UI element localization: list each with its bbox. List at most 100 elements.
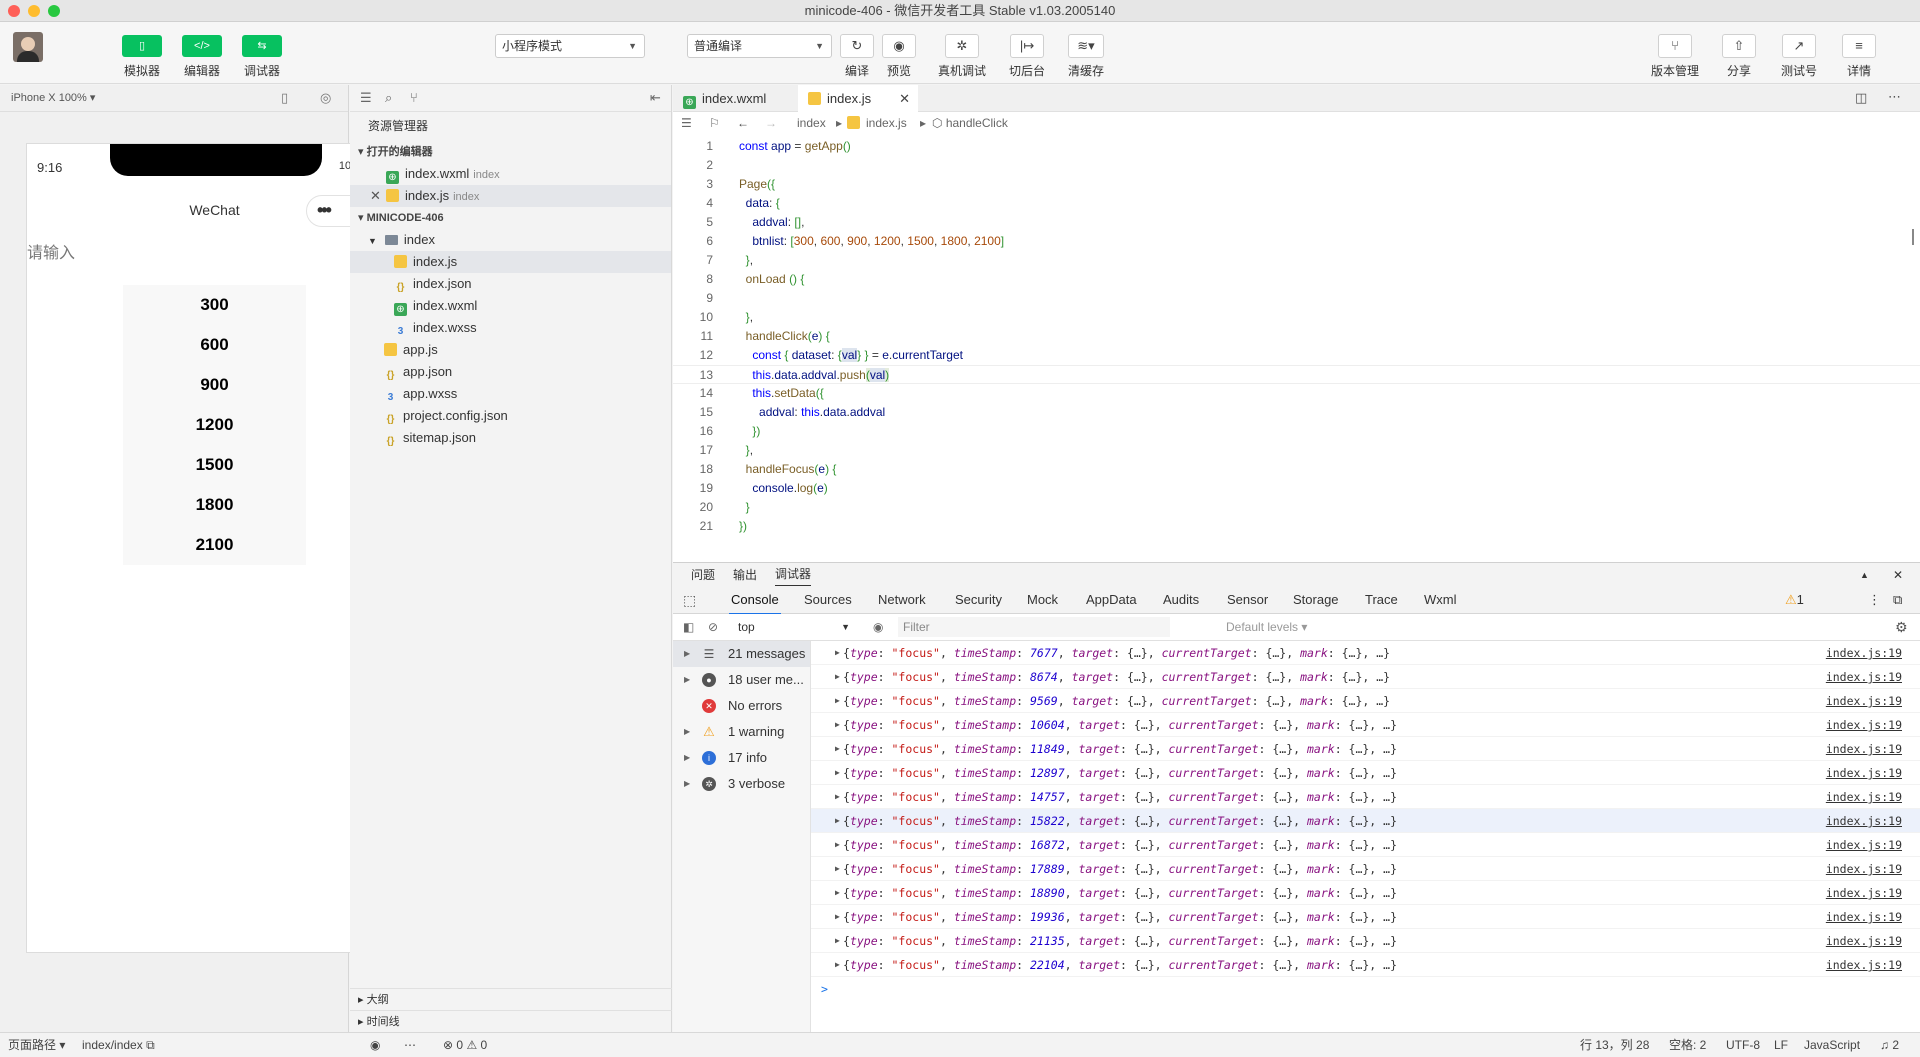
console-log-row[interactable]: ▶ {type: "focus", timeStamp: 14757, targe… [811,785,1920,809]
tab-security[interactable]: Security [955,587,1002,613]
file-item[interactable]: {} app.json [350,361,671,383]
value-button[interactable]: 600 [123,325,306,365]
console-log-row[interactable]: ▶ {type: "focus", timeStamp: 11849, targe… [811,737,1920,761]
avatar[interactable] [13,32,43,62]
search-icon[interactable]: ⌕ [385,91,392,105]
code-line[interactable]: 11 handleClick(e) { [673,327,1920,346]
eye-icon[interactable]: ◉ [370,1033,380,1057]
file-item[interactable]: index.js [350,251,671,273]
category-warnings[interactable]: ▶ ⚠ 1 warning [673,719,810,745]
console-log-row[interactable]: ▶ {type: "focus", timeStamp: 7677, target… [811,641,1920,665]
file-item[interactable]: ⊕ index.wxml [350,295,671,317]
code-line[interactable]: 3 Page({ [673,175,1920,194]
expand-icon[interactable]: ▶ [835,713,840,737]
value-button[interactable]: 1500 [123,445,306,485]
tab-problems[interactable]: 问题 [691,563,715,587]
code-line[interactable]: 2 [673,156,1920,175]
code-line[interactable]: 1 const app = getApp() [673,137,1920,156]
scrollbar-marker[interactable] [1912,229,1920,245]
log-source-link[interactable]: index.js:19 [1826,737,1902,761]
clear-cache-button[interactable]: ≋▾ [1068,34,1104,58]
open-editor-item[interactable]: ✕ index.js index [350,185,671,207]
breadcrumb-item[interactable]: ⬡ handleClick [932,112,1008,135]
close-icon[interactable]: ✕ [370,185,381,207]
code-line[interactable]: 16 }) [673,422,1920,441]
tab-index-wxml[interactable]: ⊕ index.wxml [673,85,798,112]
forward-icon[interactable]: → [765,112,777,135]
code-line[interactable]: 12 const { dataset: {val} } = e.currentT… [673,346,1920,365]
list-icon[interactable]: ☰ [681,112,692,135]
inspect-icon[interactable]: ⬚ [683,587,696,613]
value-button[interactable]: 300 [123,285,306,325]
version-button[interactable]: ⑂ [1658,34,1692,58]
code-line[interactable]: 10 }, [673,308,1920,327]
compile-mode-select[interactable]: 普通编译 ▼ [687,34,832,58]
tab-storage[interactable]: Storage [1293,587,1339,613]
log-source-link[interactable]: index.js:19 [1826,689,1902,713]
console-log-row[interactable]: ▶ {type: "focus", timeStamp: 21135, targe… [811,929,1920,953]
page-path[interactable]: index/index ⧉ [82,1033,155,1057]
log-source-link[interactable]: index.js:19 [1826,713,1902,737]
tab-sources[interactable]: Sources [804,587,852,613]
remote-debug-button[interactable]: ✲ [945,34,979,58]
category-messages[interactable]: ▶ ☰ 21 messages [673,641,810,667]
code-line[interactable]: 4 data: { [673,194,1920,213]
code-line[interactable]: 15 addval: this.data.addval [673,403,1920,422]
list-icon[interactable]: ☰ [360,91,372,105]
record-icon[interactable]: ◎ [320,91,331,105]
log-source-link[interactable]: index.js:19 [1826,881,1902,905]
console-log-row[interactable]: ▶ {type: "focus", timeStamp: 17889, targe… [811,857,1920,881]
log-source-link[interactable]: index.js:19 [1826,953,1902,977]
eye-icon[interactable]: ◉ [873,614,883,640]
expand-icon[interactable]: ▶ [835,761,840,785]
maximize-panel-icon[interactable]: ▲ [1860,563,1869,587]
breadcrumb-item[interactable]: index.js [847,112,907,135]
log-source-link[interactable]: index.js:19 [1826,857,1902,881]
tab-output[interactable]: 输出 [733,563,757,587]
context-select[interactable]: top ▼ [734,618,854,636]
device-select[interactable]: iPhone X 100% ▾ [11,92,95,104]
log-source-link[interactable]: index.js:19 [1826,785,1902,809]
warning-counter[interactable]: ⚠1 [1785,587,1804,613]
minimize-window-button[interactable] [28,5,40,17]
file-item[interactable]: {} sitemap.json [350,427,671,449]
notifications[interactable]: ♫ 2 [1880,1033,1899,1057]
details-button[interactable]: ≡ [1842,34,1876,58]
expand-icon[interactable]: ▶ [835,953,840,977]
tab-debugger[interactable]: 调试器 [775,563,812,586]
input-field[interactable]: 请输入 [27,239,75,263]
more-vertical-icon[interactable]: ⋮ [1868,587,1881,613]
file-item[interactable]: {} project.config.json [350,405,671,427]
open-editor-item[interactable]: ⊕ index.wxml index [350,163,671,185]
category-user-messages[interactable]: ▶ ● 18 user me... [673,667,810,693]
expand-icon[interactable]: ▶ [835,881,840,905]
more-icon[interactable]: ••• [317,200,332,221]
tab-audits[interactable]: Audits [1163,587,1199,613]
expand-icon[interactable]: ▶ [835,809,840,833]
page-path-select[interactable]: 页面路径 ▾ [8,1033,65,1057]
expand-icon[interactable]: ▶ [835,785,840,809]
expand-icon[interactable]: ▶ [835,641,840,665]
phone-icon[interactable]: ▯ [281,91,288,105]
value-button[interactable]: 1800 [123,485,306,525]
console-log-row[interactable]: ▶ {type: "focus", timeStamp: 18890, targe… [811,881,1920,905]
preview-button[interactable]: ◉ [882,34,916,58]
project-section[interactable]: ▾ MINICODE-406 [350,207,671,229]
tab-network[interactable]: Network [878,587,926,613]
code-line[interactable]: 5 addval: [], [673,213,1920,232]
log-source-link[interactable]: index.js:19 [1826,761,1902,785]
timeline-section[interactable]: ▸ 时间线 [350,1010,672,1032]
expand-icon[interactable]: ▶ [835,929,840,953]
split-editor-icon[interactable]: ◫ [1855,90,1867,106]
collapse-panel-icon[interactable]: ⇤ [650,91,661,105]
code-lines[interactable]: 1 const app = getApp() 2 3 Page({4 data: {5 … [673,137,1920,536]
language-mode[interactable]: JavaScript [1804,1033,1860,1057]
more-icon[interactable]: ⋯ [404,1033,416,1057]
tab-console[interactable]: Console [729,587,781,615]
console-log-row[interactable]: ▶ {type: "focus", timeStamp: 9569, target… [811,689,1920,713]
filter-input[interactable]: Filter [898,617,1170,637]
folder-item[interactable]: ▼ index [350,229,671,251]
cursor-position[interactable]: 行 13，列 28 [1580,1033,1649,1057]
code-line[interactable]: 9 [673,289,1920,308]
log-source-link[interactable]: index.js:19 [1826,665,1902,689]
